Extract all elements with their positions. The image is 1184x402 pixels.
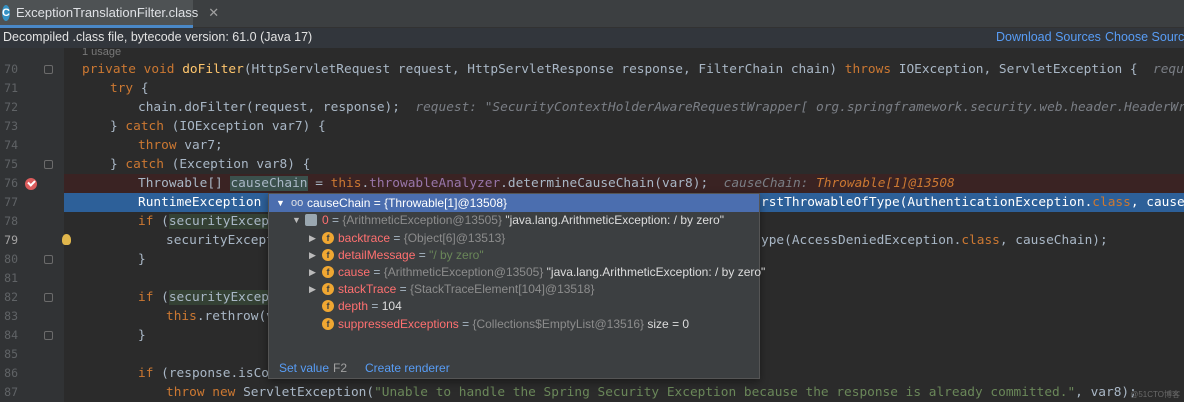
editor-gutter: 70 71 72 73 74 75 76 77 78 79 80 81 82 8… (0, 48, 71, 402)
line-number: 77 (4, 195, 18, 209)
tree-node-cause[interactable]: ▶ f cause = {ArithmeticException@13505} … (269, 263, 765, 281)
line-number: 72 (4, 100, 18, 114)
code-line-70: private void doFilter(HttpServletRequest… (82, 62, 1184, 77)
line-number: 76 (4, 176, 18, 190)
code-line-74: throw var7; (138, 138, 223, 153)
field-icon: f (322, 249, 334, 261)
download-sources-link[interactable]: Download Sources (996, 30, 1101, 44)
fold-marker-icon[interactable] (44, 293, 53, 302)
tree-node-cause-chain[interactable]: ▼ oo causeChain = {Throwable[1]@13508} (269, 194, 759, 212)
line-number: 80 (4, 252, 18, 266)
line-number: 86 (4, 366, 18, 380)
line-number: 82 (4, 290, 18, 304)
class-file-icon: C (2, 4, 10, 21)
code-line-75: } catch (Exception var8) { (110, 157, 311, 172)
watch-glasses-icon: oo (291, 197, 304, 209)
line-number: 79 (4, 233, 18, 247)
line-number: 87 (4, 385, 18, 399)
code-line-72: chain.doFilter(request, response); reque… (138, 100, 1184, 115)
decompiled-notice-text: Decompiled .class file, bytecode version… (3, 30, 313, 44)
tree-node-suppressed-exceptions[interactable]: f suppressedExceptions = {Collections$Em… (269, 315, 759, 333)
debug-value-popup[interactable]: ▼ oo causeChain = {Throwable[1]@13508} ▼… (268, 193, 765, 379)
field-icon: f (322, 232, 334, 244)
line-number: 73 (4, 119, 18, 133)
tree-node-backtrace[interactable]: ▶ f backtrace = {Object[6]@13513} (269, 229, 759, 247)
line-number: 71 (4, 81, 18, 95)
tree-node-item-0[interactable]: ▼ 0 = {ArithmeticException@13505} "java.… (269, 211, 759, 229)
breakpoint-line-76: Throwable[] causeChain = this.throwableA… (64, 174, 1184, 193)
decompiled-notice-bar: Decompiled .class file, bytecode version… (0, 28, 1184, 48)
array-element-icon (305, 214, 317, 226)
close-icon[interactable]: ✕ (208, 5, 219, 21)
expand-arrow-icon[interactable]: ▶ (309, 280, 316, 298)
choose-sources-link[interactable]: Choose Sources (1105, 30, 1184, 44)
expand-arrow-icon[interactable]: ▶ (309, 246, 316, 264)
line-number: 83 (4, 309, 18, 323)
editor-tab-bar: C ExceptionTranslationFilter.class ✕ (0, 0, 1184, 28)
field-icon: f (322, 300, 334, 312)
breakpoint-icon[interactable] (25, 178, 37, 190)
fold-marker-icon[interactable] (44, 160, 53, 169)
create-renderer-link[interactable]: Create renderer (365, 358, 450, 378)
line-number: 70 (4, 62, 18, 76)
tab-title: ExceptionTranslationFilter.class (15, 5, 199, 20)
tree-node-depth[interactable]: f depth = 104 (269, 297, 759, 315)
line-number: 84 (4, 328, 18, 342)
code-line-73: } catch (IOException var7) { (110, 119, 326, 134)
set-value-shortcut: F2 (333, 361, 348, 375)
line-number: 75 (4, 157, 18, 171)
popup-footer: Set value F2 Create renderer (269, 358, 759, 378)
fold-marker-icon[interactable] (44, 65, 53, 74)
field-icon: f (322, 318, 334, 330)
expand-arrow-icon[interactable]: ▼ (292, 211, 301, 229)
tree-node-detail-message[interactable]: ▶ f detailMessage = "/ by zero" (269, 246, 759, 264)
line-number: 85 (4, 347, 18, 361)
line-number: 74 (4, 138, 18, 152)
line-number: 78 (4, 214, 18, 228)
code-line-87: throw new ServletException("Unable to ha… (166, 385, 1137, 400)
set-value-link[interactable]: Set value (279, 358, 329, 378)
field-icon: f (322, 283, 334, 295)
tree-node-stack-trace[interactable]: ▶ f stackTrace = {StackTraceElement[104]… (269, 280, 759, 298)
code-line-71: try { (110, 81, 149, 96)
expand-arrow-icon[interactable]: ▶ (309, 229, 316, 247)
fold-marker-icon[interactable] (44, 331, 53, 340)
field-icon: f (322, 266, 334, 278)
line-number: 81 (4, 271, 18, 285)
expand-arrow-icon[interactable]: ▼ (276, 194, 285, 212)
expand-arrow-icon[interactable]: ▶ (309, 263, 316, 281)
tab-exception-translation-filter[interactable]: C ExceptionTranslationFilter.class ✕ (0, 0, 219, 28)
fold-marker-icon[interactable] (44, 255, 53, 264)
watermark: @51CTO博客 (1130, 390, 1180, 399)
